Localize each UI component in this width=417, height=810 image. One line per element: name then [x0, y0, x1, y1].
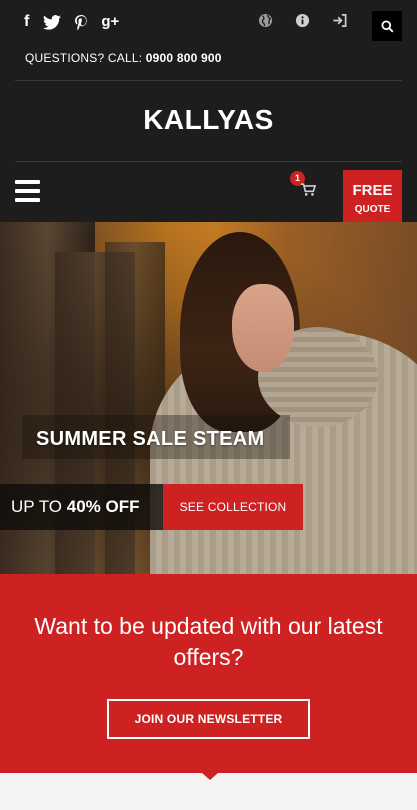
top-utility-icons [258, 13, 347, 28]
site-header: f g+ QUESTIONS? CALL: 0900 800 900 KALLY… [0, 0, 417, 230]
hero-subtitle-highlight: 40% OFF [66, 497, 140, 516]
contact-info: QUESTIONS? CALL: 0900 800 900 [25, 51, 222, 65]
hero-subtitle-prefix: UP TO [11, 497, 63, 516]
google-plus-icon[interactable]: g+ [101, 12, 119, 32]
info-icon[interactable] [295, 13, 310, 28]
social-links: f g+ [24, 12, 119, 32]
login-icon[interactable] [332, 13, 347, 28]
hero-title: SUMMER SALE STEAM [36, 428, 265, 450]
pinterest-icon[interactable] [75, 14, 88, 30]
newsletter-section: Want to be updated with our latest offer… [0, 574, 417, 773]
cart-icon[interactable] [300, 182, 320, 200]
header-divider [15, 161, 402, 162]
hero-slider: SUMMER SALE STEAM UP TO 40% OFF SEE COLL… [0, 222, 417, 574]
header-divider [15, 80, 402, 81]
section-pointer-arrow [202, 773, 218, 780]
globe-icon[interactable] [258, 13, 273, 28]
search-icon [380, 19, 393, 32]
see-collection-button[interactable]: SEE COLLECTION [163, 484, 303, 530]
search-button[interactable] [372, 11, 402, 41]
top-bar: f g+ [0, 0, 417, 46]
newsletter-text: Want to be updated with our latest offer… [34, 613, 383, 670]
site-logo[interactable]: KALLYAS [0, 104, 417, 136]
contact-label: QUESTIONS? CALL: [25, 51, 143, 65]
join-newsletter-button[interactable]: JOIN OUR NEWSLETTER [107, 699, 310, 739]
hero-model-face [232, 284, 294, 372]
facebook-icon[interactable]: f [24, 12, 29, 32]
quote-line-2: QUOTE [354, 204, 391, 215]
twitter-icon[interactable] [43, 14, 62, 30]
contact-phone[interactable]: 0900 800 900 [146, 51, 222, 65]
free-quote-button[interactable]: FREE QUOTE [343, 170, 402, 230]
quote-line-1: FREE [352, 182, 393, 199]
hero-subtitle: UP TO 40% OFF [0, 484, 175, 530]
hamburger-icon[interactable] [15, 180, 40, 202]
